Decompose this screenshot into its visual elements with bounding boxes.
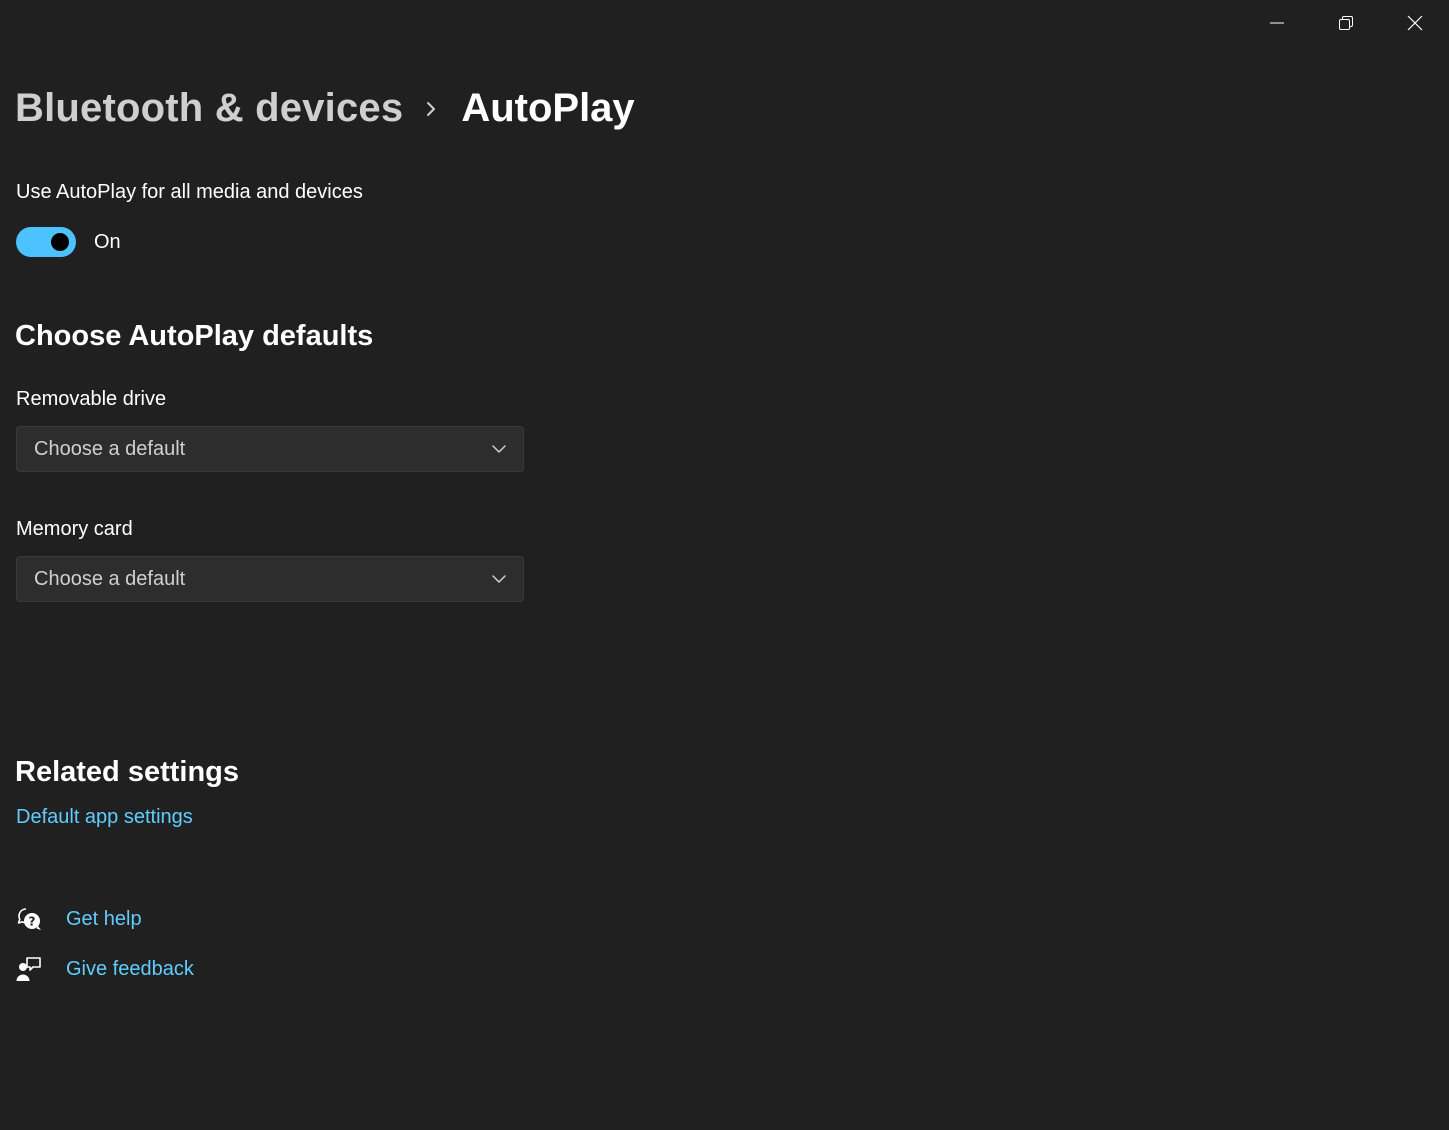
page-title: AutoPlay (461, 86, 635, 130)
get-help-icon: ? (16, 906, 42, 932)
autoplay-toggle-state: On (94, 230, 121, 253)
autoplay-toggle-label: Use AutoPlay for all media and devices (16, 181, 363, 203)
give-feedback-icon (16, 956, 42, 982)
minimize-icon (1269, 15, 1285, 31)
restore-icon (1338, 15, 1354, 31)
maximize-button[interactable] (1311, 0, 1380, 46)
related-settings-title: Related settings (15, 756, 239, 788)
memory-card-dropdown[interactable]: Choose a default (16, 556, 524, 602)
breadcrumb-parent-link[interactable]: Bluetooth & devices (15, 86, 403, 131)
give-feedback-label: Give feedback (66, 957, 194, 980)
toggle-knob (51, 233, 69, 251)
minimize-button[interactable] (1242, 0, 1311, 46)
chevron-right-icon (425, 100, 437, 118)
removable-drive-label: Removable drive (16, 388, 167, 410)
close-icon (1407, 15, 1423, 31)
autoplay-toggle[interactable] (16, 227, 76, 257)
removable-drive-dropdown[interactable]: Choose a default (16, 426, 524, 472)
get-help-label: Get help (66, 907, 142, 930)
svg-text:?: ? (29, 915, 36, 929)
window-controls (1242, 0, 1449, 46)
get-help-link[interactable]: ? Get help (16, 906, 142, 932)
memory-card-value: Choose a default (34, 567, 186, 590)
breadcrumb: Bluetooth & devices AutoPlay (15, 86, 635, 131)
default-app-settings-link[interactable]: Default app settings (16, 806, 193, 829)
removable-drive-value: Choose a default (34, 437, 186, 460)
memory-card-label: Memory card (16, 518, 133, 540)
chevron-down-icon (491, 574, 507, 584)
give-feedback-link[interactable]: Give feedback (16, 956, 194, 982)
chevron-down-icon (491, 444, 507, 454)
autoplay-toggle-row: On (16, 227, 121, 257)
close-button[interactable] (1380, 0, 1449, 46)
defaults-section-title: Choose AutoPlay defaults (15, 320, 374, 352)
